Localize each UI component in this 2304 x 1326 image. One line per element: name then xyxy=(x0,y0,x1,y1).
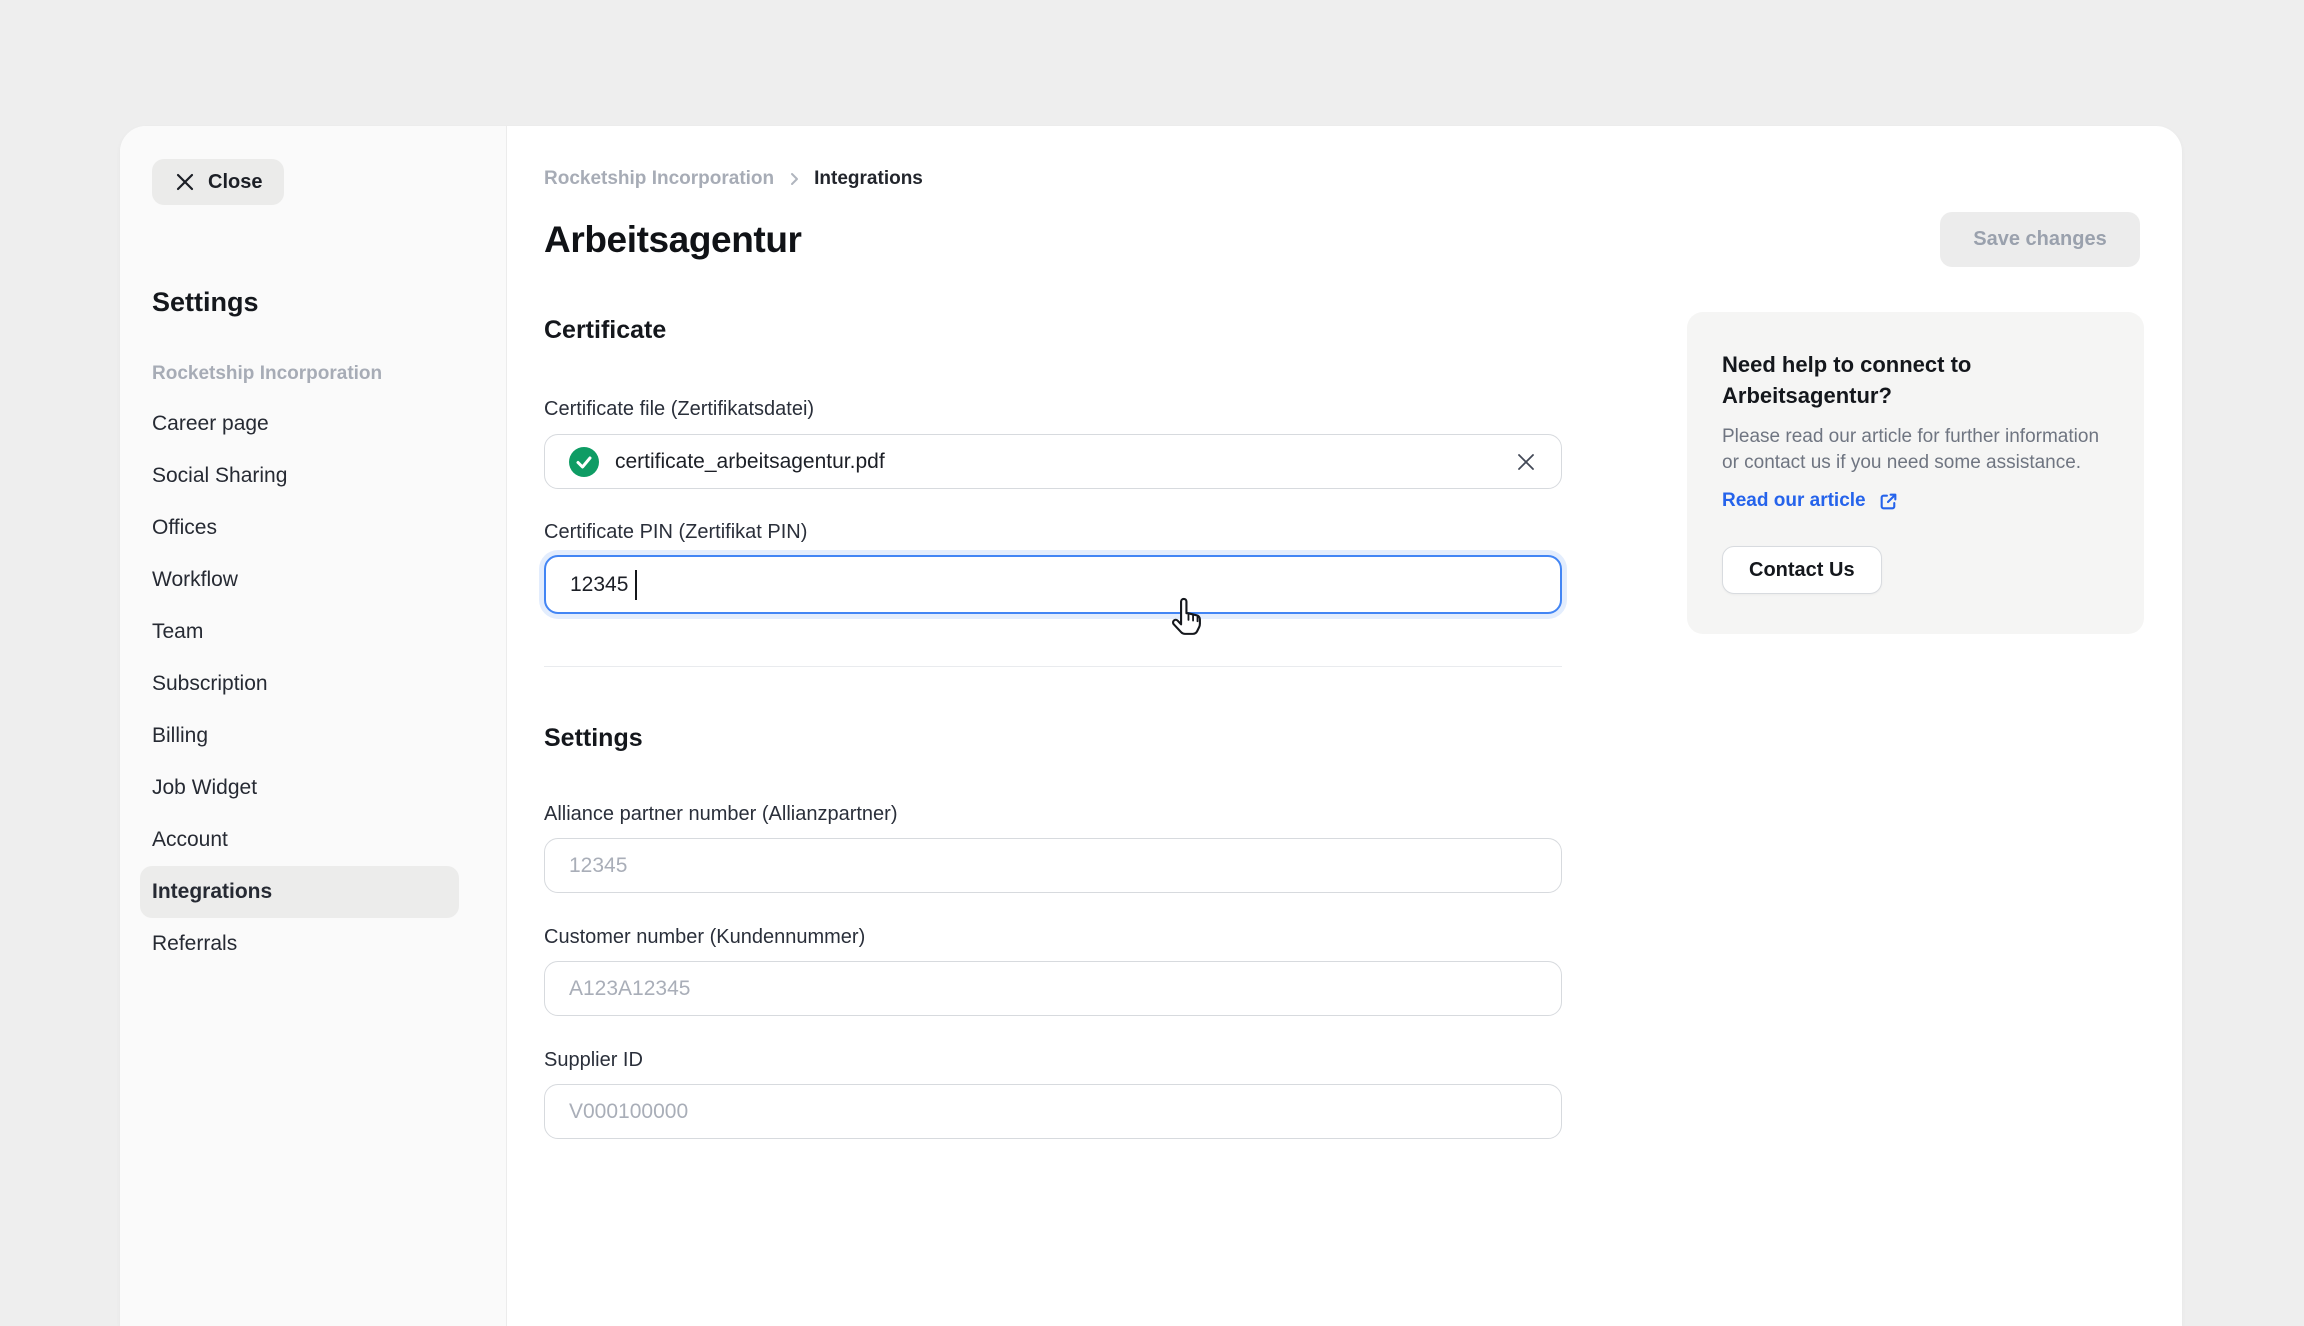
save-changes-button[interactable]: Save changes xyxy=(1940,212,2140,267)
breadcrumb-parent[interactable]: Rocketship Incorporation xyxy=(544,168,774,190)
mouse-cursor-hand-icon xyxy=(1168,594,1210,645)
sidebar-title: Settings xyxy=(152,285,506,319)
x-icon xyxy=(1515,451,1537,473)
certificate-file-label: Certificate file (Zertifikatsdatei) xyxy=(544,396,1562,422)
external-link-icon xyxy=(1878,491,1899,512)
main-content: Rocketship Incorporation Integrations Ar… xyxy=(544,126,1562,1139)
settings-modal: Close Settings Rocketship Incorporation … xyxy=(120,126,2182,1326)
customer-number-input[interactable] xyxy=(544,961,1562,1016)
settings-section-title: Settings xyxy=(544,722,1562,754)
sidebar-item-team[interactable]: Team xyxy=(140,606,459,658)
help-panel-title: Need help to connect to Arbeitsagentur? xyxy=(1722,349,2042,411)
chevron-right-icon xyxy=(786,171,802,187)
certificate-pin-input[interactable]: 12345 xyxy=(544,555,1562,614)
read-article-link-label: Read our article xyxy=(1722,490,1866,512)
supplier-id-label: Supplier ID xyxy=(544,1047,1562,1073)
sidebar-item-integrations[interactable]: Integrations xyxy=(140,866,459,918)
check-circle-icon xyxy=(569,447,599,477)
sidebar-nav: Career page Social Sharing Offices Workf… xyxy=(140,398,459,970)
text-caret xyxy=(635,570,637,600)
read-article-link[interactable]: Read our article xyxy=(1722,490,1899,512)
sidebar-item-social-sharing[interactable]: Social Sharing xyxy=(140,450,459,502)
sidebar-item-billing[interactable]: Billing xyxy=(140,710,459,762)
section-divider xyxy=(544,666,1562,667)
sidebar-item-job-widget[interactable]: Job Widget xyxy=(140,762,459,814)
sidebar-item-referrals[interactable]: Referrals xyxy=(140,918,459,970)
page-title: Arbeitsagentur xyxy=(544,216,1562,264)
close-icon xyxy=(174,171,196,193)
sidebar-item-workflow[interactable]: Workflow xyxy=(140,554,459,606)
sidebar: Close Settings Rocketship Incorporation … xyxy=(120,126,507,1326)
close-button-label: Close xyxy=(208,171,262,194)
supplier-id-input[interactable] xyxy=(544,1084,1562,1139)
sidebar-item-offices[interactable]: Offices xyxy=(140,502,459,554)
certificate-file-name: certificate_arbeitsagentur.pdf xyxy=(615,450,1499,474)
sidebar-item-account[interactable]: Account xyxy=(140,814,459,866)
alliance-partner-label: Alliance partner number (Allianzpartner) xyxy=(544,801,1562,827)
certificate-section-title: Certificate xyxy=(544,314,1562,346)
certificate-file-field[interactable]: certificate_arbeitsagentur.pdf xyxy=(544,434,1562,489)
help-panel: Need help to connect to Arbeitsagentur? … xyxy=(1687,312,2144,634)
close-button[interactable]: Close xyxy=(152,159,284,205)
breadcrumb-current: Integrations xyxy=(814,168,923,190)
contact-us-button[interactable]: Contact Us xyxy=(1722,546,1882,594)
sidebar-company-label: Rocketship Incorporation xyxy=(152,363,506,385)
clear-file-button[interactable] xyxy=(1515,451,1537,473)
certificate-pin-label: Certificate PIN (Zertifikat PIN) xyxy=(544,519,1562,545)
breadcrumb: Rocketship Incorporation Integrations xyxy=(544,166,1562,192)
alliance-partner-input[interactable] xyxy=(544,838,1562,893)
sidebar-item-career-page[interactable]: Career page xyxy=(140,398,459,450)
sidebar-item-subscription[interactable]: Subscription xyxy=(140,658,459,710)
customer-number-label: Customer number (Kundennummer) xyxy=(544,924,1562,950)
certificate-pin-value: 12345 xyxy=(570,573,628,597)
help-panel-body: Please read our article for further info… xyxy=(1722,424,2109,476)
